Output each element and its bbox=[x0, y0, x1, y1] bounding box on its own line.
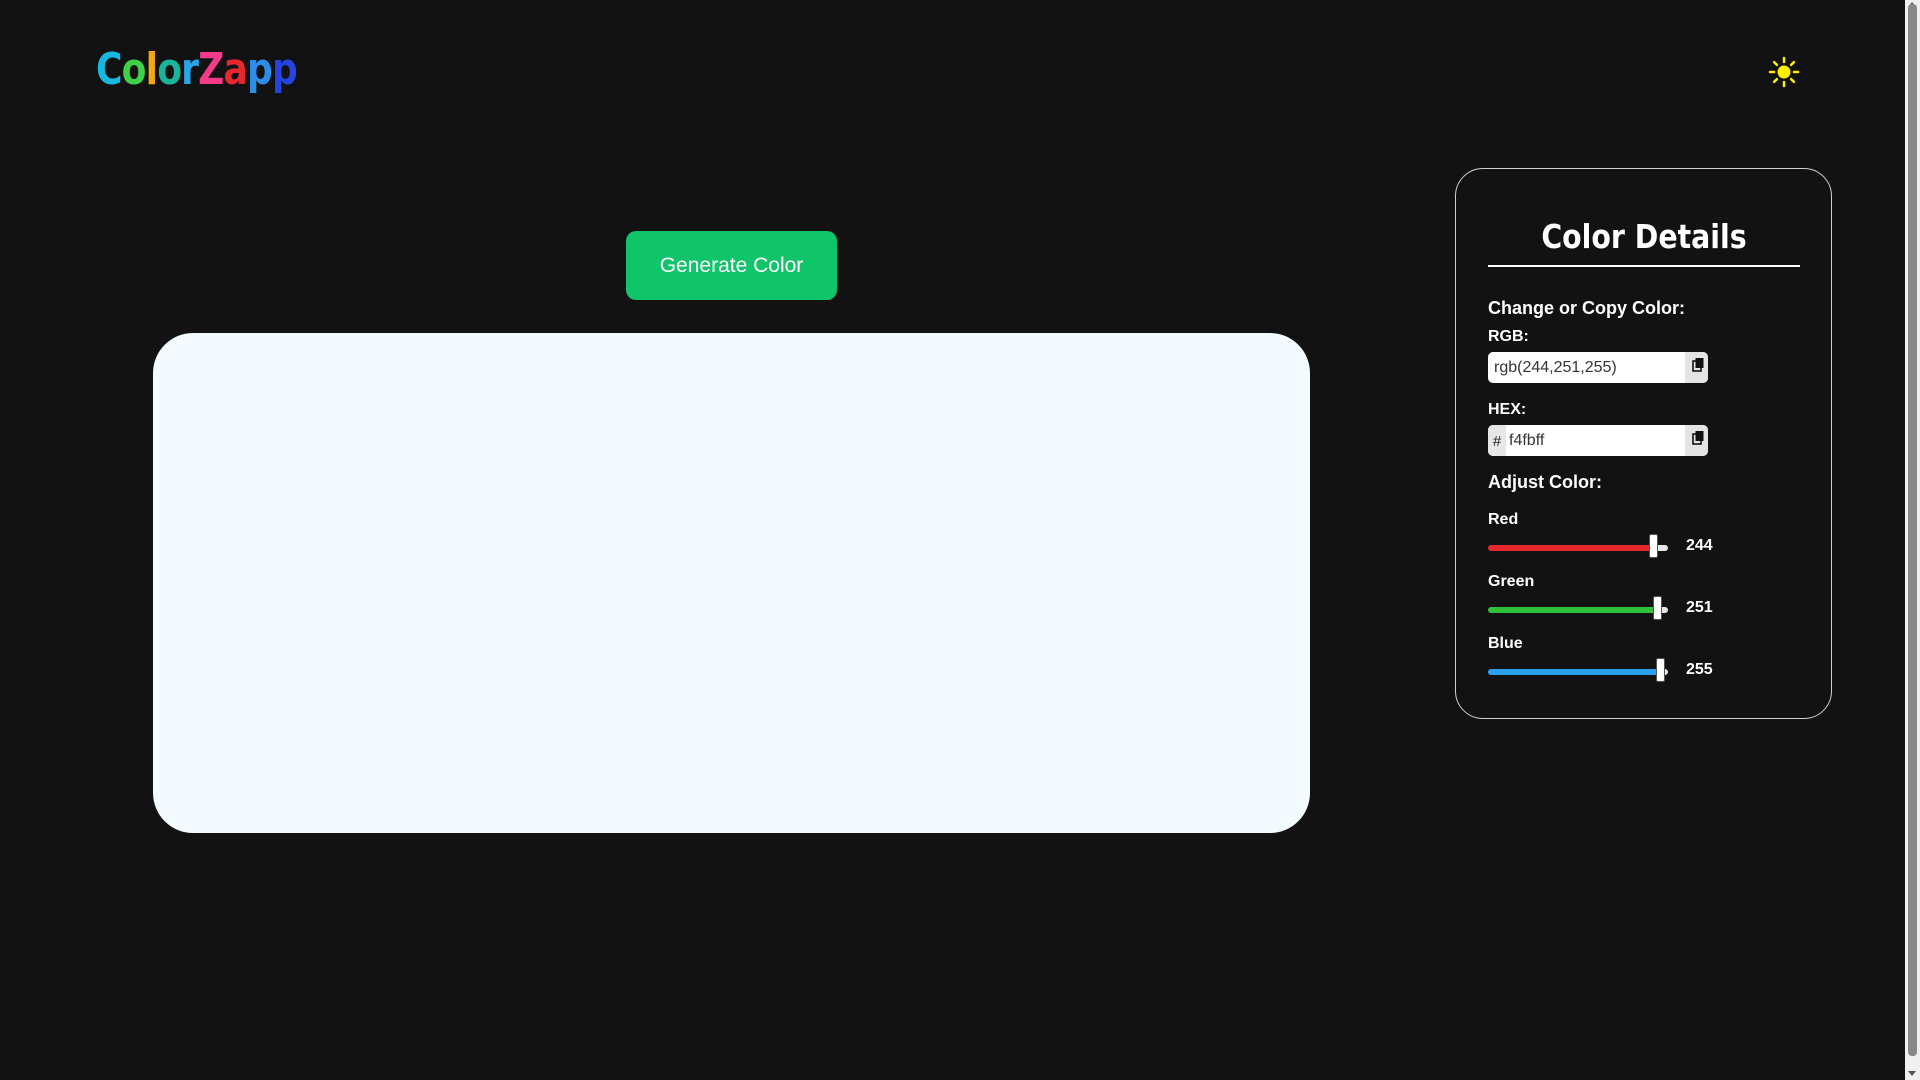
generate-color-button[interactable]: Generate Color bbox=[626, 231, 837, 300]
hex-input[interactable] bbox=[1509, 425, 1679, 456]
panel-title: Color Details bbox=[1541, 217, 1747, 256]
logo-letter: p bbox=[247, 44, 273, 95]
blue-slider[interactable] bbox=[1488, 658, 1668, 682]
copy-hex-button[interactable] bbox=[1685, 425, 1708, 456]
logo-letter: o bbox=[157, 44, 182, 95]
logo-letter: o bbox=[121, 44, 147, 95]
adjust-section-label: Adjust Color: bbox=[1488, 472, 1602, 492]
app-logo[interactable]: ColorZapp bbox=[96, 44, 298, 95]
blue-value: 255 bbox=[1686, 661, 1713, 678]
red-slider-label: Red bbox=[1488, 511, 1519, 528]
logo-letter: Z bbox=[198, 44, 224, 95]
copy-rgb-button[interactable] bbox=[1685, 352, 1708, 383]
red-slider-thumb[interactable] bbox=[1649, 534, 1658, 558]
color-preview bbox=[153, 333, 1310, 833]
scroll-down-arrow[interactable] bbox=[1908, 1071, 1916, 1076]
copy-section-label: Change or Copy Color: bbox=[1488, 298, 1685, 318]
blue-slider-thumb[interactable] bbox=[1656, 658, 1665, 682]
rgb-field bbox=[1488, 352, 1708, 383]
vertical-scrollbar[interactable] bbox=[1905, 0, 1920, 1080]
hex-field: # bbox=[1488, 425, 1708, 456]
green-slider-thumb[interactable] bbox=[1653, 596, 1662, 620]
color-details-panel: Color Details Change or Copy Color: RGB:… bbox=[1455, 168, 1832, 719]
title-divider bbox=[1488, 265, 1800, 267]
copy-icon bbox=[1692, 358, 1704, 372]
red-value: 244 bbox=[1686, 537, 1713, 554]
rgb-label: RGB: bbox=[1488, 328, 1529, 345]
blue-slider-label: Blue bbox=[1488, 635, 1523, 652]
logo-letter: C bbox=[96, 44, 122, 95]
hex-prefix: # bbox=[1488, 425, 1506, 456]
page: ColorZapp Generate Color Color Details C… bbox=[0, 0, 1920, 1080]
green-value: 251 bbox=[1686, 599, 1713, 616]
green-slider-label: Green bbox=[1488, 573, 1535, 590]
red-slider[interactable] bbox=[1488, 534, 1668, 558]
logo-letter: p bbox=[272, 44, 298, 95]
sun-icon bbox=[1768, 56, 1800, 88]
hex-label: HEX: bbox=[1488, 401, 1527, 418]
green-slider[interactable] bbox=[1488, 596, 1668, 620]
theme-toggle-button[interactable] bbox=[1768, 56, 1800, 88]
logo-letter: r bbox=[181, 44, 199, 95]
scrollbar-thumb[interactable] bbox=[1908, 4, 1917, 1056]
logo-letter: l bbox=[145, 44, 158, 95]
copy-icon bbox=[1692, 431, 1704, 445]
rgb-input[interactable] bbox=[1494, 352, 1682, 383]
logo-letter: a bbox=[223, 44, 248, 95]
